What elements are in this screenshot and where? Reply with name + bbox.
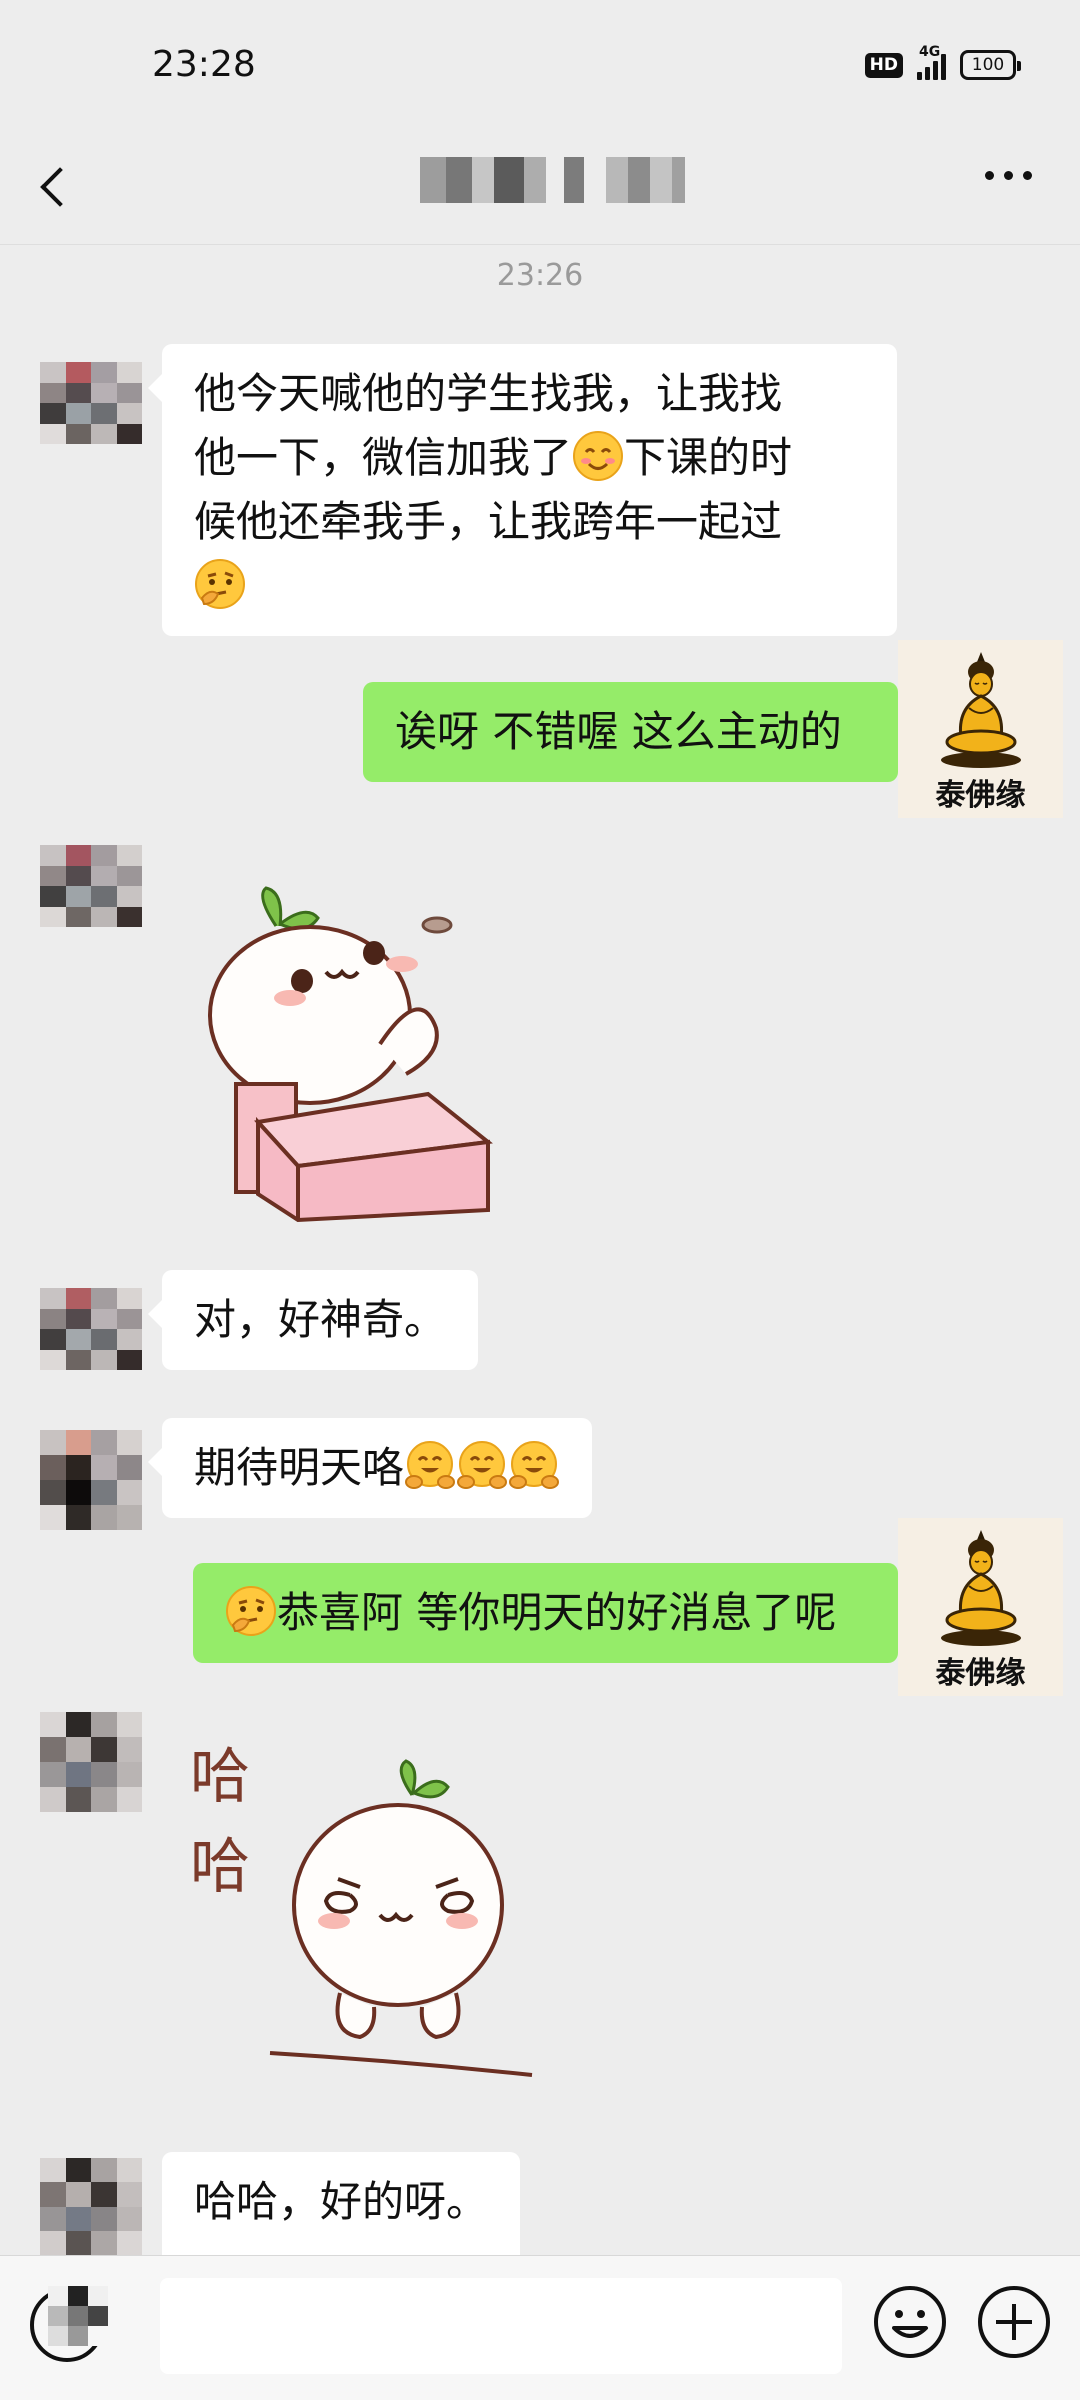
contact-avatar[interactable] — [40, 1712, 142, 1812]
message-text: 哈哈，好的呀。 — [194, 2177, 489, 2226]
message-text: 期待明天咯 — [194, 1443, 405, 1492]
message-timestamp: 23:26 — [496, 258, 584, 293]
network-label: 4G — [919, 44, 941, 60]
contact-avatar[interactable] — [40, 362, 142, 444]
more-dots-icon[interactable] — [985, 171, 1032, 180]
sticker-text: 哈 — [190, 1742, 250, 1812]
status-icons: HD 4G 100 — [864, 44, 1021, 80]
contact-avatar[interactable] — [40, 2158, 142, 2255]
battery-level: 100 — [971, 55, 1005, 75]
contact-avatar[interactable] — [40, 1288, 142, 1370]
message-bubble-incoming[interactable]: 对，好神奇。 — [147, 1270, 479, 1370]
message-bubble-incoming[interactable]: 哈哈，好的呀。 — [162, 2152, 521, 2255]
smiling-face-emoji — [573, 431, 624, 481]
chat-title-pixelated — [420, 157, 685, 203]
battery-icon: 100 — [960, 50, 1021, 80]
message-text: 对，好神奇。 — [194, 1295, 447, 1344]
laughing-bun-sticker[interactable]: 哈 哈 — [190, 1735, 560, 2100]
chat-header — [0, 135, 1080, 245]
message-bubble-incoming[interactable]: 期待明天咯 — [147, 1418, 593, 1518]
self-avatar-name: 泰佛缘 — [935, 778, 1026, 813]
contact-avatar[interactable] — [40, 1430, 142, 1530]
hugging-face-emoji — [457, 1441, 508, 1489]
status-bar: 23:28 HD 4G 100 — [0, 0, 1080, 135]
message-text: 候他还牵我手，让我跨年一起过 — [194, 497, 783, 546]
voice-icon[interactable] — [30, 2286, 108, 2362]
message-bubble-outgoing[interactable]: 诶呀 不错喔 这么主动的 — [363, 682, 912, 782]
hugging-face-emoji — [405, 1441, 456, 1489]
contact-avatar[interactable] — [40, 845, 142, 927]
chevron-left-icon[interactable] — [34, 151, 74, 221]
hugging-face-emoji — [509, 1441, 560, 1489]
message-text: 他一下，微信加我了 — [194, 433, 573, 482]
message-text: 下课的时 — [624, 433, 793, 482]
emoji-icon[interactable] — [872, 2284, 948, 2360]
status-time: 23:28 — [152, 44, 256, 85]
message-bubble-incoming[interactable]: 他今天喊他的学生找我，让我找 他一下，微信加我了 下课的时 候他还牵我手，让我跨年… — [148, 344, 897, 636]
message-bubble-outgoing[interactable]: 恭喜阿 等你明天的好消息了呢 — [193, 1563, 912, 1663]
self-avatar[interactable]: 泰佛缘 — [898, 1518, 1063, 1696]
signal-icon: 4G — [917, 44, 946, 80]
sticker-text: 哈 — [190, 1832, 250, 1902]
thinking-face-emoji — [226, 1586, 276, 1636]
message-text: 诶呀 不错喔 这么主动的 — [395, 707, 842, 756]
hd-badge: HD — [864, 52, 903, 78]
waving-bun-sticker[interactable] — [190, 862, 510, 1232]
buddha-icon — [940, 1530, 1021, 1646]
message-text: 他今天喊他的学生找我，让我找 — [194, 369, 783, 418]
thinking-face-emoji — [195, 559, 245, 609]
self-avatar[interactable]: 泰佛缘 — [898, 640, 1063, 818]
buddha-icon — [940, 652, 1021, 768]
self-avatar-name: 泰佛缘 — [935, 1656, 1026, 1691]
message-text: 恭喜阿 等你明天的好消息了呢 — [277, 1588, 837, 1637]
plus-icon[interactable] — [976, 2284, 1052, 2360]
input-bar — [0, 2255, 1080, 2400]
message-input[interactable] — [160, 2278, 842, 2374]
